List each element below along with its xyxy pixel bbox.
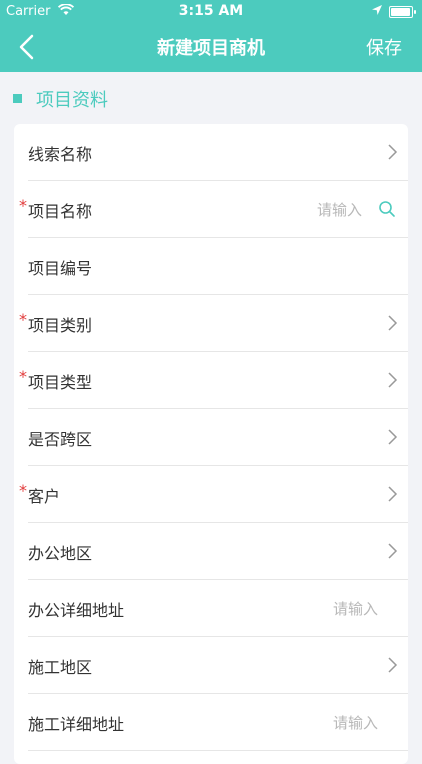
input-placeholder[interactable]: 请输入 [333,598,378,619]
field-label-text: 项目类别 [28,316,93,335]
field-label: 施工详细地址 [28,711,124,735]
field-label: * 项目名称 [19,196,93,222]
field-label: * 项目类别 [19,310,93,336]
clock: 3:15 AM [178,3,244,19]
field-label: 施工地区 [28,654,92,678]
field-label: 办公详细地址 [28,597,124,621]
required-asterisk: * [19,367,27,386]
required-asterisk: * [19,481,27,500]
form-row[interactable]: * 项目名称 请输入 [19,181,408,238]
field-label: 项目编号 [28,255,92,279]
form-row[interactable]: * 项目类型 [19,352,408,409]
chevron-right-icon [388,144,398,160]
field-label: 办公地区 [28,540,92,564]
field-label-text: 项目名称 [28,202,93,221]
form-row[interactable]: 项目编号 [28,238,408,295]
field-label-text: 线索名称 [28,145,93,164]
input-placeholder[interactable]: 请输入 [333,712,378,733]
field-label: 是否跨区 [28,426,92,450]
chevron-right-icon [388,657,398,673]
form-row[interactable]: 施工详细地址 请输入 [28,694,408,751]
battery-level-fill [391,8,410,16]
field-label-text: 是否跨区 [28,430,93,449]
form-row[interactable]: 线索名称 [28,124,408,181]
field-label-text: 施工详细地址 [28,715,125,734]
form-row[interactable]: 施工地区 [28,637,408,694]
form-row[interactable]: * 客户 [19,466,408,523]
field-label: * 客户 [19,481,61,507]
chevron-right-icon [388,315,398,331]
app-header: Carrier 3:15 AM 新建项目商机 保存 [0,0,422,72]
chevron-right-icon [388,543,398,559]
field-label-text: 项目类型 [28,373,93,392]
navigation-bar: 新建项目商机 保存 [0,22,422,72]
status-bar: Carrier 3:15 AM [0,0,422,22]
field-label-text: 施工地区 [28,658,93,677]
search-icon[interactable] [378,200,396,218]
chevron-right-icon [388,429,398,445]
field-label: 线索名称 [28,141,92,165]
section-title: 项目资料 [36,90,108,111]
field-label-text: 办公地区 [28,544,93,563]
required-asterisk: * [19,310,27,329]
page-title: 新建项目商机 [157,38,265,59]
location-arrow-icon [372,5,382,15]
form-row[interactable]: 是否跨区 [28,409,408,466]
battery-icon [389,6,416,18]
form-row[interactable]: * 项目类别 [19,295,408,352]
chevron-right-icon [388,372,398,388]
field-label-text: 项目编号 [28,259,93,278]
required-asterisk: * [19,196,27,215]
section-marker [13,94,22,103]
form-row[interactable]: 办公详细地址 请输入 [28,580,408,637]
project-form: 线索名称 * 项目名称 请输入 项目编号 * 项目类别 * 项目类型 是否跨区 * 客户 办公地区 办公详… [14,124,408,764]
field-label-text: 办公详细地址 [28,601,125,620]
section-header: 项目资料 [0,72,422,124]
form-row[interactable]: 办公地区 [28,523,408,580]
field-label: * 项目类型 [19,367,93,393]
chevron-right-icon [388,486,398,502]
save-button[interactable]: 保存 [366,34,402,60]
input-placeholder[interactable]: 请输入 [317,199,362,220]
field-label-text: 客户 [28,487,61,506]
